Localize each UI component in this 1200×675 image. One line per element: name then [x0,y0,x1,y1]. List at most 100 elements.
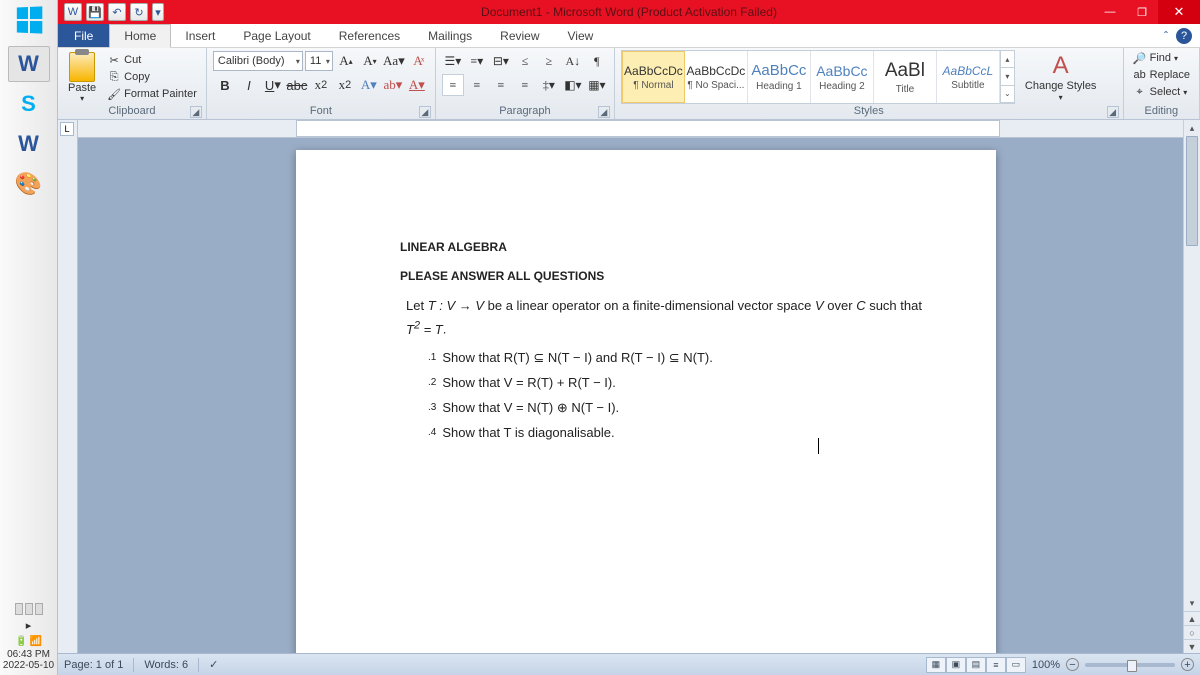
tab-mailings[interactable]: Mailings [414,24,486,47]
format-painter-button[interactable]: 🖌Format Painter [104,86,200,102]
qat-word-icon[interactable]: W [64,3,82,21]
taskbar-paint-icon[interactable]: 🎨 [8,166,50,202]
underline-button[interactable]: U▾ [262,74,284,96]
styles-gallery[interactable]: AaBbCcDc¶ Normal AaBbCcDc¶ No Spaci... A… [621,50,1015,104]
dedent-button[interactable]: ≤ [514,50,536,72]
zoom-slider[interactable] [1085,663,1175,667]
taskbar-word2-icon[interactable]: W [8,126,50,162]
change-case-button[interactable]: Aa▾ [383,50,405,72]
bullets-button[interactable]: ☰▾ [442,50,464,72]
align-center-button[interactable]: ≡ [466,74,488,96]
ruler-corner[interactable]: L [60,122,74,136]
taskbar-peek[interactable] [0,603,57,615]
tray-icons[interactable]: 🔋📶 [0,636,57,647]
tab-review[interactable]: Review [486,24,553,47]
clipboard-launcher[interactable]: ◢ [190,106,202,118]
view-print-layout[interactable]: ▦ [926,657,946,673]
scroll-down[interactable]: ▾ [1184,595,1200,611]
superscript-button[interactable]: x2 [334,74,356,96]
start-button[interactable] [5,4,53,36]
borders-button[interactable]: ▦▾ [586,74,608,96]
browse-object-button[interactable]: ○ [1184,625,1200,639]
zoom-level[interactable]: 100% [1032,659,1060,671]
font-launcher[interactable]: ◢ [419,106,431,118]
taskbar-time[interactable]: 06:43 PM [0,649,57,660]
status-words[interactable]: Words: 6 [144,659,188,671]
multilevel-button[interactable]: ⊟▾ [490,50,512,72]
cut-button[interactable]: ✂Cut [104,52,200,68]
horizontal-ruler[interactable] [78,120,1200,138]
scroll-thumb[interactable] [1186,136,1198,246]
taskbar-word-icon[interactable]: W [8,46,50,82]
replace-button[interactable]: abReplace [1130,67,1193,83]
tab-page-layout[interactable]: Page Layout [229,24,324,47]
subscript-button[interactable]: x2 [310,74,332,96]
tab-view[interactable]: View [554,24,608,47]
styles-launcher[interactable]: ◢ [1107,106,1119,118]
gallery-up[interactable]: ▴ [1001,51,1014,68]
taskbar-skype-icon[interactable]: S [8,86,50,122]
font-size-dropdown[interactable]: 11 [305,51,333,71]
minimize-button[interactable]: — [1094,0,1126,24]
next-page-button[interactable]: ▼ [1184,639,1200,653]
maximize-button[interactable]: ❐ [1126,0,1158,24]
gallery-down[interactable]: ▾ [1001,68,1014,85]
justify-button[interactable]: ≡ [514,74,536,96]
grow-font-button[interactable]: A▴ [335,50,357,72]
qat-redo-icon[interactable]: ↻ [130,3,148,21]
tab-file[interactable]: File [58,24,109,47]
change-styles-button[interactable]: A Change Styles ▾ [1019,52,1103,101]
zoom-in-button[interactable]: + [1181,658,1194,671]
vertical-scrollbar[interactable]: ▴ ▾ ▲ ○ ▼ [1183,120,1200,653]
style-title[interactable]: AaBlTitle [874,51,937,103]
font-color-button[interactable]: A▾ [406,74,428,96]
align-right-button[interactable]: ≡ [490,74,512,96]
highlight-button[interactable]: ab▾ [382,74,404,96]
clear-format-button[interactable]: Aͯ [407,50,429,72]
view-outline[interactable]: ≡ [986,657,1006,673]
shading-button[interactable]: ◧▾ [562,74,584,96]
view-web-layout[interactable]: ▤ [966,657,986,673]
help-icon[interactable]: ? [1176,28,1192,44]
line-spacing-button[interactable]: ‡▾ [538,74,560,96]
taskbar-overflow[interactable]: ▸ [0,619,57,632]
document-body[interactable]: LINEAR ALGEBRA PLEASE ANSWER ALL QUESTIO… [296,150,996,443]
sort-button[interactable]: A↓ [562,50,584,72]
gallery-more[interactable]: ⌄ [1001,86,1014,103]
prev-page-button[interactable]: ▲ [1184,611,1200,625]
shrink-font-button[interactable]: A▾ [359,50,381,72]
ribbon-minimize-icon[interactable]: ˆ [1164,29,1168,43]
tab-references[interactable]: References [325,24,414,47]
qat-save-icon[interactable]: 💾 [86,3,104,21]
tab-insert[interactable]: Insert [171,24,229,47]
copy-button[interactable]: ⎘Copy [104,69,200,85]
font-name-dropdown[interactable]: Calibri (Body) [213,51,303,71]
italic-button[interactable]: I [238,74,260,96]
close-button[interactable]: ✕ [1158,0,1200,24]
style-subtitle[interactable]: AaBbCcLSubtitle [937,51,1000,103]
bold-button[interactable]: B [214,74,236,96]
vertical-ruler[interactable]: L [58,120,78,653]
indent-button[interactable]: ≥ [538,50,560,72]
zoom-out-button[interactable]: − [1066,658,1079,671]
qat-customize-icon[interactable]: ▾ [152,3,164,21]
showmarks-button[interactable]: ¶ [586,50,608,72]
page[interactable]: LINEAR ALGEBRA PLEASE ANSWER ALL QUESTIO… [296,150,996,653]
find-button[interactable]: 🔎Find▾ [1130,50,1181,66]
qat-undo-icon[interactable]: ↶ [108,3,126,21]
paragraph-launcher[interactable]: ◢ [598,106,610,118]
strike-button[interactable]: abc [286,74,308,96]
style-heading2[interactable]: AaBbCcHeading 2 [811,51,874,103]
view-draft[interactable]: ▭ [1006,657,1026,673]
view-full-screen[interactable]: ▣ [946,657,966,673]
numbering-button[interactable]: ≡▾ [466,50,488,72]
align-left-button[interactable]: ≡ [442,74,464,96]
scroll-up[interactable]: ▴ [1184,120,1200,136]
status-page[interactable]: Page: 1 of 1 [64,659,123,671]
paste-button[interactable]: Paste ▾ [64,52,100,103]
select-button[interactable]: ⌖Select▾ [1130,84,1191,100]
style-normal[interactable]: AaBbCcDc¶ Normal [622,51,685,103]
text-effects-button[interactable]: A▾ [358,74,380,96]
status-proof-icon[interactable]: ✓ [209,658,218,671]
tab-home[interactable]: Home [109,24,171,48]
